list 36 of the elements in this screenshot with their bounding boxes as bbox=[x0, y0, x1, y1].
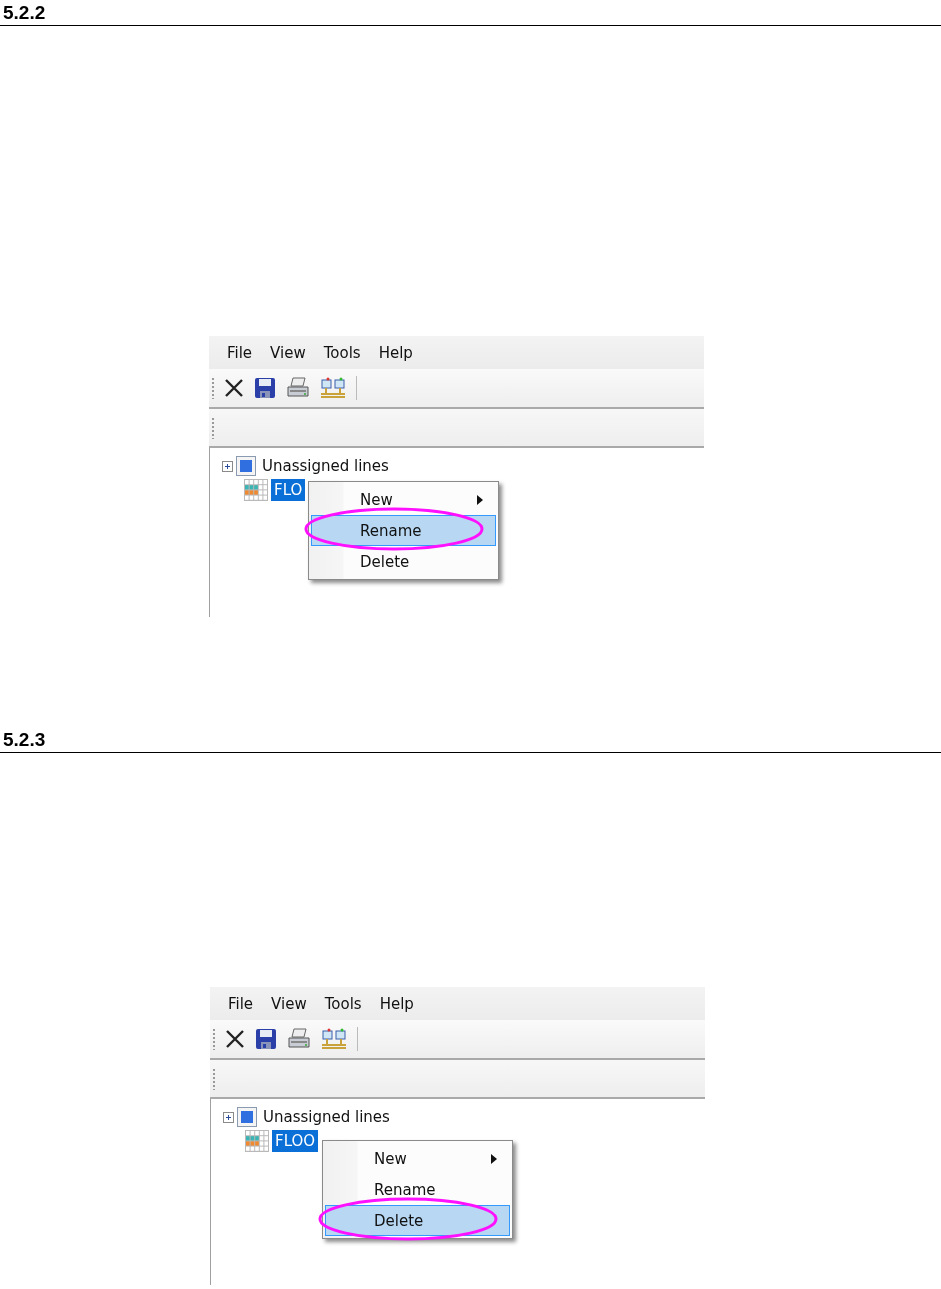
menu-item[interactable]: Tools bbox=[318, 994, 374, 1013]
context-menu-item[interactable]: Delete bbox=[325, 1205, 510, 1236]
menu-item[interactable]: File bbox=[221, 343, 265, 362]
save-icon[interactable] bbox=[254, 377, 276, 399]
save-icon[interactable] bbox=[255, 1028, 277, 1050]
close-icon[interactable] bbox=[224, 378, 244, 398]
context-menu-item[interactable]: Rename bbox=[325, 1174, 510, 1205]
network-icon[interactable] bbox=[321, 1028, 347, 1050]
context-menu-item[interactable]: New bbox=[325, 1143, 510, 1174]
caret-icon bbox=[477, 495, 483, 505]
context-menu-item[interactable]: Rename bbox=[311, 515, 496, 546]
section-heading: 5.2.2 bbox=[0, 0, 941, 26]
context-menu-item[interactable]: New bbox=[311, 484, 496, 515]
menu-item[interactable]: View bbox=[264, 343, 318, 362]
menu-item[interactable]: Tools bbox=[317, 343, 373, 362]
menu-item[interactable]: View bbox=[265, 994, 319, 1013]
close-icon[interactable] bbox=[225, 1029, 245, 1049]
printer-icon[interactable] bbox=[287, 1028, 311, 1050]
grid-icon bbox=[245, 1130, 269, 1152]
context-menu-item[interactable]: Delete bbox=[311, 546, 496, 577]
expand-icon[interactable] bbox=[223, 1111, 234, 1123]
menu-item[interactable]: Help bbox=[373, 994, 426, 1013]
section-heading: 5.2.3 bbox=[0, 727, 941, 753]
tree-item[interactable]: FLOO bbox=[272, 1130, 319, 1152]
tree-item[interactable]: Unassigned lines bbox=[260, 1106, 393, 1128]
menu-item[interactable]: Help bbox=[372, 343, 425, 362]
square-icon bbox=[237, 1107, 257, 1127]
caret-icon bbox=[491, 1154, 497, 1164]
square-icon bbox=[236, 456, 256, 476]
menu-item[interactable]: File bbox=[222, 994, 266, 1013]
tree-item[interactable]: FLO bbox=[271, 479, 306, 501]
grid-icon bbox=[244, 479, 268, 501]
tree-item[interactable]: Unassigned lines bbox=[259, 455, 392, 477]
network-icon[interactable] bbox=[320, 377, 346, 399]
expand-icon[interactable] bbox=[222, 460, 233, 472]
printer-icon[interactable] bbox=[286, 377, 310, 399]
